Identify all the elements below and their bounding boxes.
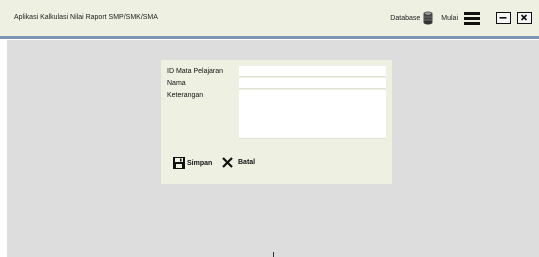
simpan-button[interactable]: Simpan bbox=[173, 157, 212, 169]
top-toolbar: Database Mulai bbox=[390, 9, 532, 27]
database-link[interactable]: Database bbox=[390, 15, 420, 22]
id-mata-pelajaran-label: ID Mata Pelajaran bbox=[167, 68, 224, 75]
nama-label: Nama bbox=[167, 80, 186, 87]
nama-input[interactable] bbox=[239, 78, 386, 89]
floppy-save-icon bbox=[173, 157, 185, 169]
close-button[interactable] bbox=[517, 12, 532, 24]
keterangan-label: Keterangan bbox=[167, 92, 204, 99]
mulai-link[interactable]: Mulai bbox=[441, 15, 458, 22]
batal-label: Batal bbox=[238, 159, 256, 166]
batal-button[interactable]: Batal bbox=[222, 157, 255, 168]
x-cancel-icon bbox=[222, 157, 233, 168]
title-bar: Aplikasi Kalkulasi Nilai Raport SMP/SMK/… bbox=[0, 0, 539, 36]
hamburger-menu-icon[interactable] bbox=[464, 11, 480, 25]
minimize-icon bbox=[499, 17, 507, 19]
title-accent-line bbox=[0, 36, 539, 39]
text-cursor bbox=[273, 252, 274, 257]
minimize-button[interactable] bbox=[496, 12, 511, 24]
id-mata-pelajaran-input[interactable] bbox=[239, 66, 386, 77]
close-icon bbox=[520, 14, 528, 21]
mata-pelajaran-form: ID Mata Pelajaran Nama Keterangan Simpan… bbox=[161, 60, 392, 184]
database-icon[interactable] bbox=[423, 11, 433, 25]
app-title: Aplikasi Kalkulasi Nilai Raport SMP/SMK/… bbox=[14, 14, 158, 21]
keterangan-textarea[interactable] bbox=[239, 90, 386, 139]
simpan-label: Simpan bbox=[187, 159, 213, 167]
